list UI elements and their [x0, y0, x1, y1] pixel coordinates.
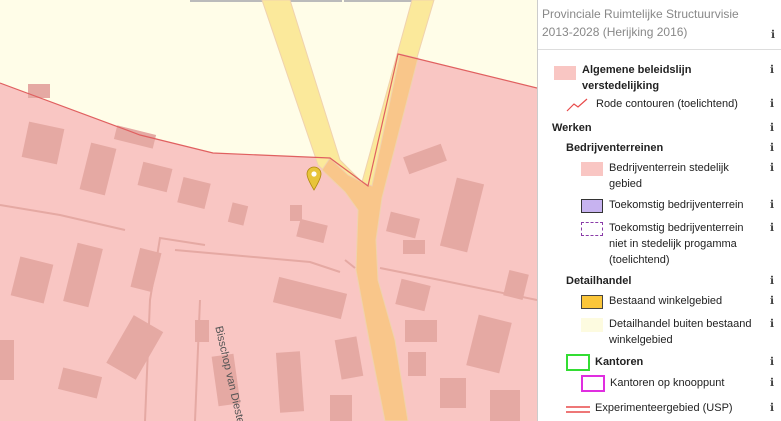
legend-swatch: [581, 162, 603, 176]
legend-label: Bedrijventerrein stedelijk gebied: [609, 162, 729, 190]
building: [330, 395, 352, 421]
building: [275, 351, 305, 413]
info-icon[interactable]: ℹ: [771, 26, 775, 44]
building: [290, 205, 302, 221]
building: [195, 320, 209, 342]
info-icon[interactable]: ℹ: [770, 354, 774, 370]
legend-label: Toekomstig bedrijventerrein niet in sted…: [609, 222, 744, 266]
building: [408, 352, 426, 376]
legend-label: Toekomstig bedrijventerrein: [609, 199, 744, 211]
legend-label: Werken: [552, 122, 592, 134]
legend-label: Kantoren: [595, 356, 644, 368]
building: [440, 378, 466, 408]
building: [21, 121, 65, 165]
info-icon[interactable]: ℹ: [770, 197, 774, 213]
building: [0, 340, 14, 380]
info-icon[interactable]: ℹ: [770, 62, 774, 78]
legend-swatch: [581, 295, 603, 309]
building: [490, 390, 520, 421]
legend-swatch: [566, 402, 590, 416]
panel-title-text: Provinciale Ruimtelijke Structuurvisie 2…: [542, 7, 739, 39]
legend-swatch: [581, 199, 603, 213]
info-icon[interactable]: ℹ: [770, 220, 774, 236]
legend-label: Algemene beleidslijn verstedelijking: [582, 64, 692, 92]
legend-label: Kantoren op knooppunt: [610, 377, 725, 389]
info-icon[interactable]: ℹ: [770, 316, 774, 332]
legend-label: Detailhandel buiten bestaand winkelgebie…: [609, 318, 752, 346]
legend-panel: Provinciale Ruimtelijke Structuurvisie 2…: [537, 0, 781, 421]
map-viewport[interactable]: Bisschop van Dieste: [0, 0, 537, 421]
info-icon[interactable]: ℹ: [770, 375, 774, 391]
info-icon[interactable]: ℹ: [770, 293, 774, 309]
legend-swatch: [581, 318, 603, 332]
legend-label: Experimenteergebied (USP): [595, 402, 733, 414]
info-icon[interactable]: ℹ: [770, 96, 774, 112]
info-icon[interactable]: ℹ: [770, 160, 774, 176]
info-icon[interactable]: ℹ: [770, 140, 774, 156]
legend-label: Bedrijventerreinen: [566, 142, 664, 154]
legend-label: Rode contouren (toelichtend): [596, 98, 738, 110]
legend-swatch: [581, 375, 605, 392]
title-separator: [538, 49, 781, 50]
map-canvas[interactable]: [0, 0, 537, 421]
legend-swatch: [581, 222, 603, 236]
legend-swatch: [566, 354, 590, 371]
legend-label: Detailhandel: [566, 275, 632, 287]
panel-title: Provinciale Ruimtelijke Structuurvisie 2…: [538, 0, 781, 47]
info-icon[interactable]: ℹ: [770, 400, 774, 416]
building: [405, 320, 437, 342]
building: [403, 240, 425, 254]
legend-swatch: [566, 98, 588, 112]
legend-swatch: [554, 66, 576, 80]
info-icon[interactable]: ℹ: [770, 273, 774, 289]
building: [28, 84, 50, 98]
legend-label: Bestaand winkelgebied: [609, 295, 723, 307]
info-icon[interactable]: ℹ: [770, 120, 774, 136]
